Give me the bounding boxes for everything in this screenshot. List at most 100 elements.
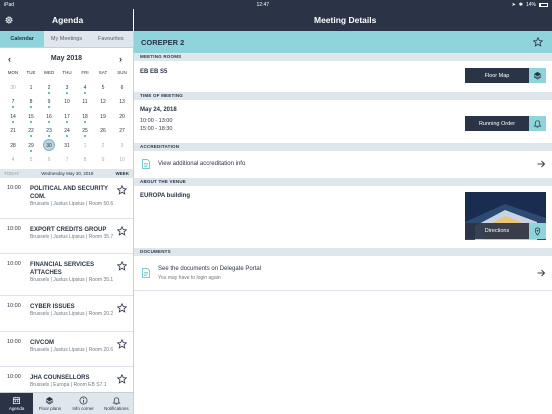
document-icon <box>142 159 150 169</box>
tabbar-floor-plans[interactable]: Floor plans <box>33 393 66 414</box>
calendar-day[interactable]: 10 <box>113 157 131 163</box>
today-button[interactable]: TODAY <box>4 171 19 176</box>
week-toggle[interactable]: WEEK <box>115 171 129 176</box>
documents-row[interactable]: See the documents on Delegate Portal You… <box>134 256 552 290</box>
calendar-day[interactable]: 10 <box>58 99 76 105</box>
tabbar-agenda[interactable]: Agenda <box>0 393 34 414</box>
directions-button[interactable]: Directions <box>465 223 546 239</box>
day-number: 2 <box>47 85 51 91</box>
star-icon[interactable] <box>117 339 127 349</box>
chevron-right-icon[interactable]: › <box>119 53 122 65</box>
calendar-day[interactable]: 29 <box>22 143 40 152</box>
calendar: ‹ May 2018 › MON TUE WED THU FRI SAT SUN 30 1 2 3… <box>0 48 133 169</box>
list-item[interactable]: 10:00 FINANCIAL SERVICES ATTACHES Brusse… <box>0 254 133 296</box>
calendar-day[interactable]: 30 <box>4 85 22 91</box>
gear-icon[interactable] <box>4 15 14 25</box>
calendar-day[interactable]: 9 <box>94 157 112 163</box>
calendar-day[interactable]: 4 <box>76 85 94 94</box>
weekday-label: MON <box>7 70 19 75</box>
day-number: 3 <box>120 143 124 149</box>
calendar-day[interactable]: 31 <box>58 143 76 149</box>
star-icon[interactable] <box>117 226 127 236</box>
weekday-label: TUE <box>26 70 36 75</box>
calendar-day[interactable]: 28 <box>4 143 22 149</box>
tabbar-notifications[interactable]: Notifications <box>100 393 133 414</box>
calendar-day[interactable]: 14 <box>4 114 22 123</box>
calendar-day[interactable]: 3 <box>113 143 131 149</box>
calendar-day[interactable]: 11 <box>76 99 94 105</box>
calendar-day[interactable]: 4 <box>4 157 22 163</box>
star-icon[interactable] <box>117 374 127 384</box>
day-number: 15 <box>28 114 34 120</box>
calendar-day[interactable]: 24 <box>58 128 76 137</box>
tab-calendar[interactable]: Calendar <box>0 31 45 47</box>
calendar-day[interactable]: 2 <box>94 143 112 149</box>
floor-map-button[interactable]: Floor Map <box>465 68 546 83</box>
status-indicators: ➤ ✱ 14% <box>512 2 548 8</box>
calendar-day[interactable]: 1 <box>76 143 94 149</box>
calendar-day[interactable]: 16 <box>40 114 58 123</box>
day-number: 18 <box>82 114 88 120</box>
day-number: 14 <box>10 114 16 120</box>
calendar-day[interactable]: 6 <box>113 85 131 91</box>
star-icon[interactable] <box>533 37 543 47</box>
day-number: 5 <box>101 85 105 91</box>
calendar-day[interactable]: 18 <box>76 114 94 123</box>
calendar-day[interactable]: 6 <box>40 157 58 163</box>
calendar-day-selected[interactable]: 30 <box>40 139 58 151</box>
calendar-day[interactable]: 7 <box>58 157 76 163</box>
calendar-day[interactable]: 22 <box>22 128 40 137</box>
star-icon[interactable] <box>117 261 127 271</box>
calendar-day[interactable]: 25 <box>76 128 94 137</box>
meeting-location: Brussels | Justus Lipsius | Room 50.6 <box>30 201 114 207</box>
calendar-day[interactable]: 7 <box>4 99 22 108</box>
running-order-button[interactable]: Running Order <box>465 116 546 131</box>
list-item[interactable]: 10:00 CYBER ISSUES Brussels | Justus Lip… <box>0 296 133 332</box>
calendar-day[interactable]: 27 <box>113 128 131 134</box>
calendar-day[interactable]: 3 <box>58 85 76 94</box>
meeting-time: 10:00 <box>7 339 21 345</box>
tab-my-meetings[interactable]: My Meetings <box>44 31 88 47</box>
calendar-day[interactable]: 5 <box>22 157 40 163</box>
calendar-day[interactable]: 2 <box>40 85 58 94</box>
calendar-day[interactable]: 21 <box>4 128 22 134</box>
list-item[interactable]: 10:00 EXPORT CREDITS GROUP Brussels | Ju… <box>0 219 133 254</box>
day-number: 30 <box>10 85 16 91</box>
calendar-day[interactable]: 9 <box>40 99 58 108</box>
calendar-day[interactable]: 13 <box>113 99 131 105</box>
tab-favourites[interactable]: Favourites <box>89 31 133 47</box>
event-dot <box>84 121 86 123</box>
calendar-day[interactable]: 15 <box>22 114 40 123</box>
room-name: EB EB S5 <box>140 69 168 75</box>
calendar-day[interactable]: 20 <box>113 114 131 120</box>
list-item[interactable]: 10:00 JHA COUNSELLORS Brussels | Europa … <box>0 367 133 392</box>
arrow-right-icon <box>537 160 546 168</box>
star-icon[interactable] <box>117 303 127 313</box>
calendar-day[interactable]: 17 <box>58 114 76 123</box>
section-header-documents: DOCUMENTS <box>134 248 552 256</box>
day-number: 21 <box>10 128 16 134</box>
calendar-day[interactable]: 23 <box>40 128 58 137</box>
tabbar-label: Notifications <box>104 406 129 411</box>
location-icon: ➤ <box>511 1 516 8</box>
calendar-day[interactable]: 12 <box>94 99 112 105</box>
day-number: 31 <box>64 143 70 149</box>
list-item[interactable]: 10:00 CIVCOM Brussels | Justus Lipsius |… <box>0 332 133 367</box>
calendar-day[interactable]: 26 <box>94 128 112 134</box>
accreditation-row[interactable]: View additional accreditation info <box>134 151 552 177</box>
star-icon[interactable] <box>117 185 127 195</box>
day-number: 6 <box>120 85 124 91</box>
list-item[interactable]: 10:00 POLITICAL AND SECURITY COM. Brusse… <box>0 178 133 219</box>
day-number: 1 <box>83 143 87 149</box>
day-number: 24 <box>64 128 70 134</box>
day-number: 2 <box>101 143 105 149</box>
day-number: 5 <box>29 157 33 163</box>
calendar-day[interactable]: 8 <box>22 99 40 108</box>
bluetooth-icon: ✱ <box>518 1 523 8</box>
calendar-day[interactable]: 5 <box>94 85 112 91</box>
calendar-day[interactable]: 19 <box>94 114 112 120</box>
tabbar-info-corner[interactable]: Info corner <box>67 393 100 414</box>
calendar-day[interactable]: 8 <box>76 157 94 163</box>
calendar-day[interactable]: 1 <box>22 85 40 91</box>
day-number: 10 <box>119 157 125 163</box>
